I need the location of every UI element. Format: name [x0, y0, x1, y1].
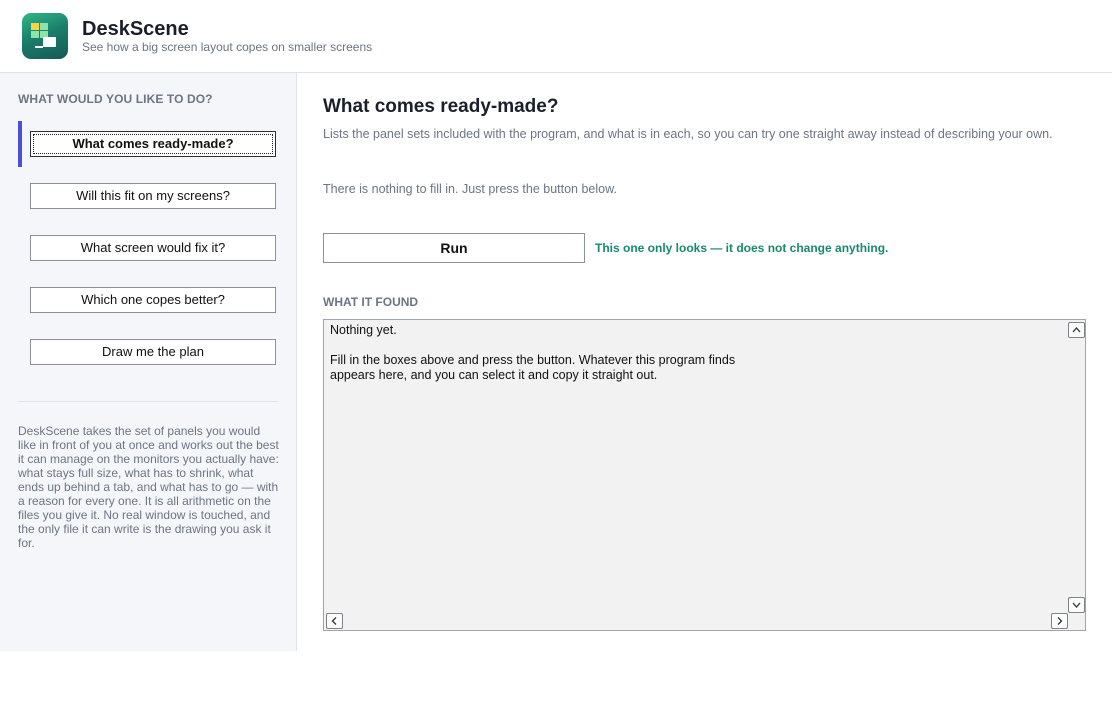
results-output[interactable]: Nothing yet. Fill in the boxes above and…: [323, 319, 1086, 631]
scroll-down-icon[interactable]: [1068, 597, 1085, 613]
page-description: Lists the panel sets included with the p…: [323, 127, 1053, 141]
run-button[interactable]: Run: [323, 233, 585, 263]
scroll-up-icon[interactable]: [1068, 322, 1085, 338]
results-heading: WHAT IT FOUND: [323, 295, 419, 309]
sidebar-item-compare[interactable]: Which one copes better?: [30, 287, 276, 313]
sidebar-divider: [18, 401, 278, 402]
sidebar-description: DeskScene takes the set of panels you wo…: [18, 424, 279, 550]
instruction-note: There is nothing to fill in. Just press …: [323, 182, 617, 196]
sidebar: WHAT WOULD YOU LIKE TO DO? What comes re…: [0, 73, 297, 651]
app-subtitle: See how a big screen layout copes on sma…: [82, 40, 373, 54]
page-title: What comes ready-made?: [323, 96, 559, 117]
read-only-note: This one only looks — it does not change…: [595, 241, 889, 255]
scroll-right-icon[interactable]: [1051, 613, 1068, 629]
sidebar-item-fit-check[interactable]: Will this fit on my screens?: [30, 183, 276, 209]
desk-monitor-icon: [22, 13, 68, 59]
active-indicator: [18, 121, 22, 167]
scroll-left-icon[interactable]: [326, 613, 343, 629]
sidebar-item-draw-plan[interactable]: Draw me the plan: [30, 339, 276, 365]
sidebar-item-ready-made[interactable]: What comes ready-made?: [30, 131, 276, 157]
sidebar-item-screen-fix[interactable]: What screen would fix it?: [30, 235, 276, 261]
results-text[interactable]: Nothing yet. Fill in the boxes above and…: [330, 323, 1060, 383]
app-title: DeskScene: [82, 18, 189, 40]
sidebar-heading: WHAT WOULD YOU LIKE TO DO?: [18, 92, 213, 106]
app-header: DeskScene See how a big screen layout co…: [0, 0, 1112, 73]
